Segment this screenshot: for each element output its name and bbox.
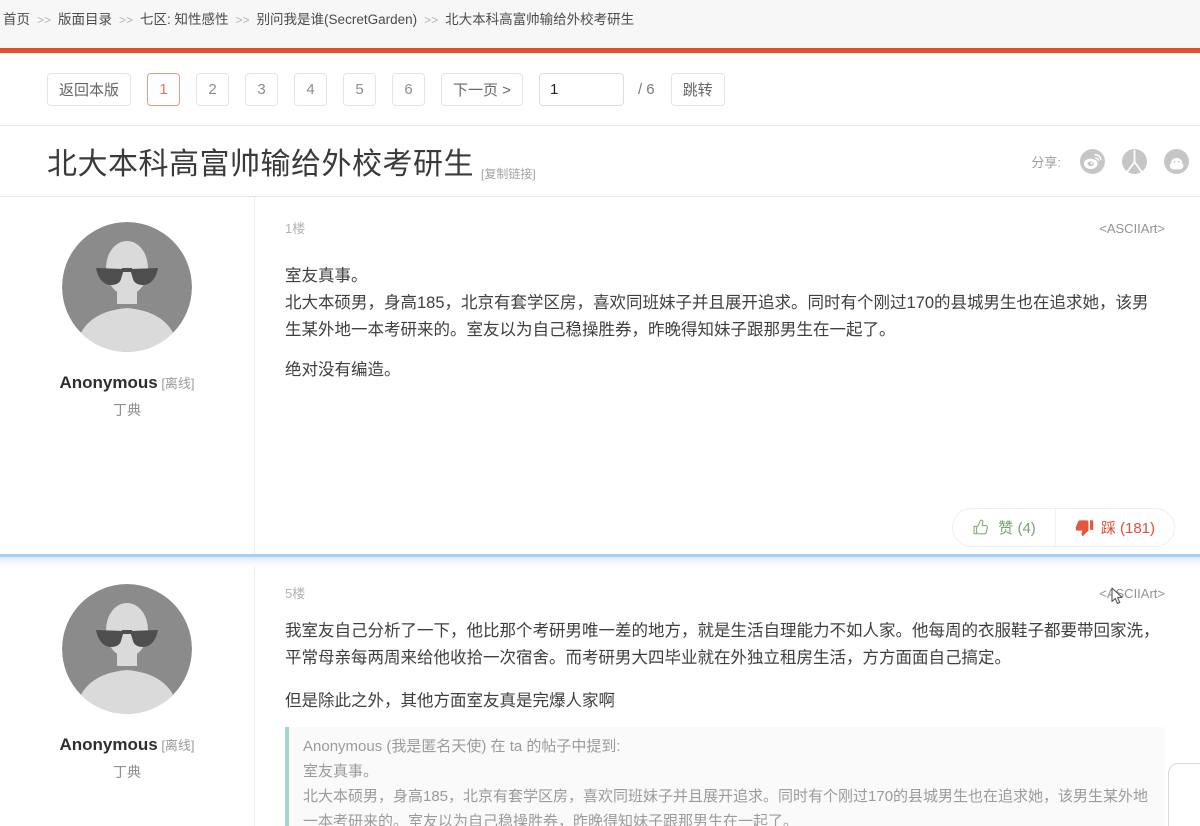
- post1-line-3: 绝对没有编造。: [285, 357, 1165, 384]
- back-to-board-button[interactable]: 返回本版: [47, 73, 131, 106]
- share-group: 分享:: [1031, 149, 1189, 174]
- breadcrumb-separator: >>: [236, 13, 250, 27]
- jump-button[interactable]: 跳转: [671, 73, 725, 106]
- renren-share-icon[interactable]: [1122, 149, 1147, 174]
- anonymous-avatar-image: [62, 222, 192, 352]
- quote-line-1: 室友真事。: [303, 759, 1151, 784]
- post1-body: 室友真事。 北大本硕男，身高185，北京有套学区房，喜欢同班妹子并且展开追求。同…: [285, 263, 1185, 384]
- thread-title-row: 北大本科高富帅输给外校考研生 [复制链接] 分享:: [0, 126, 1200, 197]
- page-button-3[interactable]: 3: [245, 73, 278, 106]
- page-button-6[interactable]: 6: [392, 73, 425, 106]
- quoted-post-block: Anonymous (我是匿名天使) 在 ta 的帖子中提到: 室友真事。 北大…: [285, 727, 1165, 826]
- thumbs-down-icon: [1075, 518, 1094, 537]
- page-jump-input[interactable]: [539, 73, 624, 106]
- anonymous-avatar: [62, 222, 192, 352]
- quote-header: Anonymous (我是匿名天使) 在 ta 的帖子中提到:: [303, 734, 1151, 759]
- total-pages-label: / 6: [638, 73, 655, 106]
- post1-line-1: 室友真事。: [285, 263, 1165, 290]
- next-page-button[interactable]: 下一页 >: [441, 73, 523, 106]
- paragraph-spacer: [285, 344, 1165, 357]
- paragraph-spacer: [285, 672, 1165, 688]
- post2-header: 5楼 <ASCIIArt>: [285, 586, 1185, 602]
- breadcrumb-board-directory[interactable]: 版面目录: [58, 12, 112, 27]
- floor-label: 1楼: [285, 221, 305, 237]
- asciiart-theme-link[interactable]: <ASCIIArt>: [1099, 221, 1165, 237]
- post-floor-5: Anonymous [离线] 丁典 5楼 <ASCIIArt> 我室友自己分析了…: [0, 566, 1200, 826]
- thread-title: 北大本科高富帅输给外校考研生: [47, 139, 474, 183]
- breadcrumb: 首页 >> 版面目录 >> 七区: 知性感性 >> 别问我是谁(SecretGarden) >…: [0, 0, 1200, 48]
- post2-line-1: 我室友自己分析了一下，他比那个考研男唯一差的地方，就是生活自理能力不如人家。他每…: [285, 618, 1165, 672]
- like-count-label: 赞 (4): [998, 517, 1036, 538]
- breadcrumb-separator: >>: [424, 13, 438, 27]
- post2-body: 我室友自己分析了一下，他比那个考研男唯一差的地方，就是生活自理能力不如人家。他每…: [285, 618, 1185, 826]
- weibo-share-icon[interactable]: [1080, 149, 1105, 174]
- breadcrumb-current-thread: 北大本科高富帅输给外校考研生: [445, 12, 634, 27]
- like-button[interactable]: 赞 (4): [953, 509, 1055, 546]
- post2-content-column: 5楼 <ASCIIArt> 我室友自己分析了一下，他比那个考研男唯一差的地方，就…: [255, 566, 1200, 826]
- page-button-1[interactable]: 1: [147, 73, 180, 106]
- breadcrumb-separator: >>: [119, 13, 133, 27]
- post2-author-column: Anonymous [离线] 丁典: [0, 566, 255, 826]
- forum-thread-page: { "breadcrumb": { "separator": ">>", "it…: [0, 0, 1200, 826]
- vote-pill: 赞 (4) 踩 (181): [952, 508, 1175, 547]
- post1-author-column: Anonymous [离线] 丁典: [0, 197, 255, 554]
- floating-side-widget[interactable]: [1168, 763, 1200, 826]
- author-title: 丁典: [0, 762, 254, 782]
- pagination-bar: 返回本版 1 2 3 4 5 6 下一页 > / 6 跳转: [0, 53, 1200, 126]
- post1-header: 1楼 <ASCIIArt>: [285, 221, 1185, 237]
- author-status: [离线]: [161, 376, 194, 391]
- post-divider-glow: [0, 557, 1200, 566]
- post2-line-2: 但是除此之外，其他方面室友真是完爆人家啊: [285, 688, 1165, 715]
- breadcrumb-section[interactable]: 七区: 知性感性: [140, 12, 229, 27]
- quote-line-2: 北大本硕男，身高185，北京有套学区房，喜欢同班妹子并且展开追求。同时有个刚过1…: [303, 784, 1151, 826]
- author-title: 丁典: [0, 400, 254, 420]
- asciiart-theme-link[interactable]: <ASCIIArt>: [1099, 586, 1165, 602]
- qq-share-icon[interactable]: [1164, 149, 1189, 174]
- share-label: 分享:: [1031, 152, 1061, 171]
- post1-content-column: 1楼 <ASCIIArt> 室友真事。 北大本硕男，身高185，北京有套学区房，…: [255, 197, 1200, 554]
- post2-author-line: Anonymous [离线]: [0, 735, 254, 755]
- breadcrumb-board[interactable]: 别问我是谁(SecretGarden): [257, 12, 418, 27]
- page-button-5[interactable]: 5: [343, 73, 376, 106]
- author-name: Anonymous: [59, 735, 157, 754]
- dislike-button[interactable]: 踩 (181): [1055, 509, 1174, 546]
- page-button-4[interactable]: 4: [294, 73, 327, 106]
- floor-label: 5楼: [285, 586, 305, 602]
- author-name: Anonymous: [59, 373, 157, 392]
- anonymous-avatar-image: [62, 584, 192, 714]
- thumbs-up-icon: [972, 518, 991, 537]
- page-button-2[interactable]: 2: [196, 73, 229, 106]
- dislike-count-label: 踩 (181): [1101, 517, 1155, 538]
- author-status: [离线]: [161, 738, 194, 753]
- copy-link-button[interactable]: [复制链接]: [481, 165, 536, 182]
- anonymous-avatar: [62, 584, 192, 714]
- post1-line-2: 北大本硕男，身高185，北京有套学区房，喜欢同班妹子并且展开追求。同时有个刚过1…: [285, 290, 1165, 344]
- breadcrumb-separator: >>: [37, 13, 51, 27]
- breadcrumb-home[interactable]: 首页: [3, 12, 30, 27]
- post-floor-1: Anonymous [离线] 丁典 1楼 <ASCIIArt> 室友真事。 北大…: [0, 197, 1200, 554]
- post1-author-line: Anonymous [离线]: [0, 373, 254, 393]
